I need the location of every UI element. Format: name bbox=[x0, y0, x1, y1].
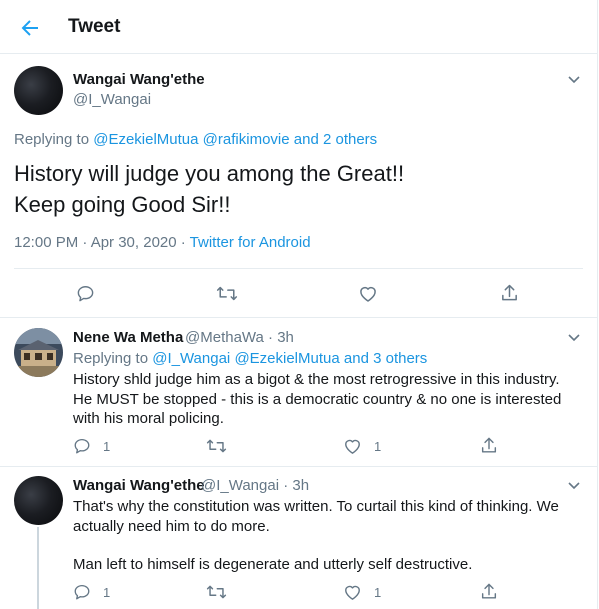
mention-link[interactable]: @I_Wangai bbox=[152, 350, 230, 367]
share-icon bbox=[481, 583, 497, 599]
author-name[interactable]: Wangai Wang'ethe bbox=[73, 477, 205, 494]
reply-time[interactable]: · 3h bbox=[283, 477, 309, 494]
share-button[interactable] bbox=[500, 283, 519, 303]
page-title: Tweet bbox=[68, 16, 121, 37]
reply-paragraph: That's why the constitution was written.… bbox=[73, 498, 559, 535]
chevron-down-icon[interactable] bbox=[566, 477, 582, 493]
reply-icon bbox=[74, 438, 90, 454]
reply-handle-time: @MethaWa · 3h bbox=[185, 329, 294, 346]
tweet-text-line: History will judge you among the Great!! bbox=[14, 161, 405, 186]
author-handle[interactable]: @I_Wangai bbox=[201, 477, 279, 494]
replying-and: and bbox=[343, 350, 369, 367]
divider bbox=[0, 317, 598, 318]
reply-icon bbox=[74, 584, 90, 600]
chevron-down-icon[interactable] bbox=[566, 329, 582, 345]
avatar[interactable] bbox=[14, 328, 63, 377]
author-handle[interactable]: @I_Wangai bbox=[73, 91, 151, 108]
author-handle[interactable]: @MethaWa bbox=[185, 329, 264, 346]
like-icon bbox=[345, 439, 360, 454]
meta-separator: · bbox=[176, 234, 190, 251]
like-button[interactable]: 1 bbox=[343, 437, 381, 455]
page-header: Tweet bbox=[0, 0, 598, 54]
like-button[interactable] bbox=[358, 284, 378, 303]
avatar[interactable] bbox=[14, 476, 63, 525]
mention-link[interactable]: @EzekielMutua bbox=[234, 350, 339, 367]
source-link[interactable]: Twitter for Android bbox=[190, 234, 311, 251]
chevron-down-icon[interactable] bbox=[566, 71, 582, 87]
retweet-icon bbox=[206, 585, 227, 599]
share-icon bbox=[502, 284, 517, 301]
reply-button[interactable]: 1 bbox=[73, 437, 110, 455]
avatar[interactable] bbox=[14, 66, 63, 115]
share-icon bbox=[481, 437, 497, 453]
reply-paragraph: Man left to himself is degenerate and ut… bbox=[73, 556, 473, 573]
reply-button[interactable]: 1 bbox=[73, 583, 110, 601]
like-icon bbox=[345, 585, 360, 600]
reply-button[interactable] bbox=[76, 284, 95, 303]
retweet-icon bbox=[216, 286, 238, 301]
like-count: 1 bbox=[374, 584, 382, 600]
reply-text: That's why the constitution was written.… bbox=[73, 497, 573, 575]
retweet-button[interactable] bbox=[206, 583, 227, 601]
mention-link[interactable]: @rafikimovie bbox=[203, 131, 290, 148]
tweet-text-line: Keep going Good Sir!! bbox=[14, 192, 231, 217]
retweet-button[interactable] bbox=[216, 284, 238, 303]
tweet-text: History will judge you among the Great!!… bbox=[14, 158, 404, 220]
divider bbox=[14, 268, 583, 269]
share-button[interactable] bbox=[480, 582, 498, 601]
like-icon bbox=[360, 286, 376, 302]
reply-handle-time: @I_Wangai · 3h bbox=[201, 477, 309, 494]
replying-to: Replying to @I_Wangai @EzekielMutua and … bbox=[73, 350, 427, 367]
retweet-icon bbox=[206, 439, 227, 453]
tweet-page: Tweet Wangai Wang'ethe @I_Wangai Replyin… bbox=[0, 0, 598, 609]
others-link[interactable]: 3 others bbox=[373, 350, 427, 367]
reply-count: 1 bbox=[103, 584, 111, 600]
reply-text: History shld judge him as a bigot & the … bbox=[73, 371, 562, 427]
replying-and: and bbox=[293, 131, 319, 148]
mention-link[interactable]: @EzekielMutua bbox=[93, 131, 198, 148]
divider bbox=[0, 466, 598, 467]
retweet-button[interactable] bbox=[206, 437, 227, 455]
reply-time[interactable]: · 3h bbox=[268, 329, 294, 346]
author-name[interactable]: Nene Wa Metha bbox=[73, 329, 183, 346]
timestamp[interactable]: 12:00 PM · Apr 30, 2020 bbox=[14, 234, 177, 251]
replying-prefix: Replying to bbox=[73, 350, 153, 367]
like-button[interactable]: 1 bbox=[343, 583, 381, 601]
replying-to: Replying to @EzekielMutua @rafikimovie a… bbox=[14, 131, 377, 148]
like-count: 1 bbox=[374, 438, 382, 454]
tweet-meta: 12:00 PM · Apr 30, 2020 · Twitter for An… bbox=[14, 234, 311, 251]
thread-line bbox=[37, 527, 39, 609]
replying-prefix: Replying to bbox=[14, 131, 94, 148]
reply-icon bbox=[77, 286, 94, 302]
author-name[interactable]: Wangai Wang'ethe bbox=[73, 71, 205, 88]
reply-count: 1 bbox=[103, 438, 111, 454]
share-button[interactable] bbox=[480, 436, 498, 455]
others-link[interactable]: 2 others bbox=[323, 131, 377, 148]
back-arrow-icon[interactable] bbox=[18, 16, 42, 40]
